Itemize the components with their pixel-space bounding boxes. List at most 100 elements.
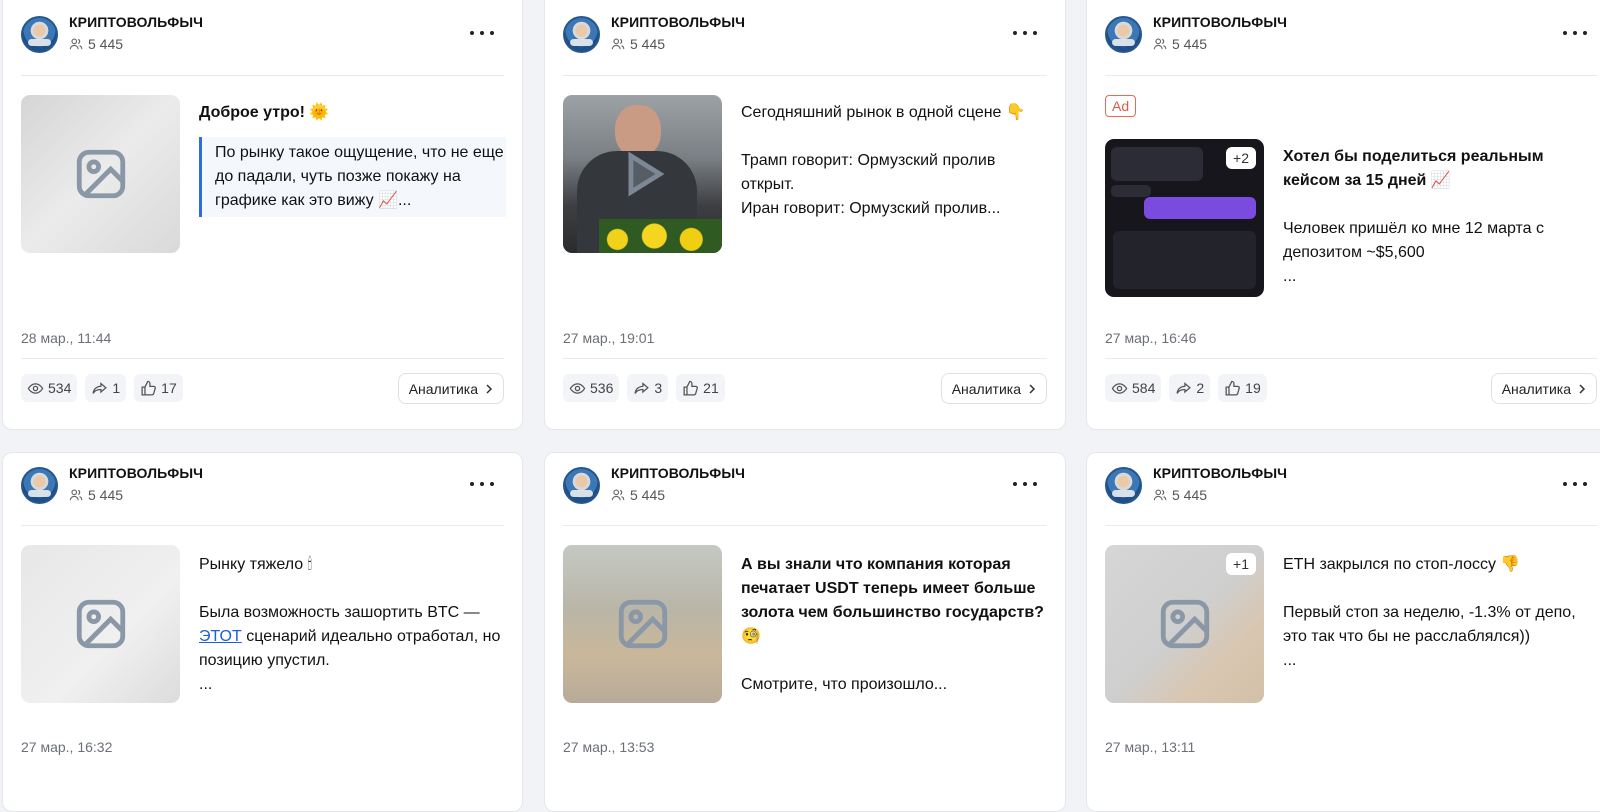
post-body: Сегодняшний рынок в одной сцене 👇 Трамп …	[741, 101, 1049, 221]
post-link[interactable]: ЭТОТ	[199, 628, 242, 645]
thumbs-up-icon	[683, 380, 699, 396]
play-icon	[628, 151, 664, 197]
post-thumbnail[interactable]	[21, 545, 180, 703]
divider	[563, 358, 1047, 359]
channel-avatar[interactable]	[21, 467, 58, 504]
eye-icon	[569, 382, 586, 394]
post-date: 27 мар., 16:46	[1105, 330, 1197, 346]
post-text: Трамп говорит: Ормузский пролив открыт.	[741, 152, 996, 193]
post-body: Хотел бы поделиться реальным кейсом за 1…	[1283, 145, 1599, 289]
more-images-badge: +1	[1226, 553, 1256, 575]
channel-name[interactable]: КРИПТОВОЛЬФЫЧ	[69, 465, 203, 481]
post-text-end: сценарий идеально отработал, но позицию …	[199, 628, 501, 669]
channel-name[interactable]: КРИПТОВОЛЬФЫЧ	[1153, 465, 1287, 481]
post-title: ETH закрылся по стоп-лоссу 👎	[1283, 556, 1521, 573]
divider	[21, 75, 504, 76]
post-date: 27 мар., 19:01	[563, 330, 655, 346]
post-text: Первый стоп за неделю, -1.3% от депо, эт…	[1283, 604, 1576, 645]
divider	[563, 75, 1047, 76]
more-options-icon[interactable]	[1563, 475, 1587, 493]
divider	[21, 358, 504, 359]
users-icon	[611, 489, 625, 501]
channel-name[interactable]: КРИПТОВОЛЬФЫЧ	[1153, 14, 1287, 30]
analytics-label: Аналитика	[951, 380, 1021, 397]
post-card[interactable]: КРИПТОВОЛЬФЫЧ 5 445 А вы знали что компа…	[544, 452, 1066, 812]
post-header: КРИПТОВОЛЬФЫЧ 5 445	[1105, 465, 1597, 509]
analytics-label: Аналитика	[408, 380, 478, 397]
post-card[interactable]: КРИПТОВОЛЬФЫЧ 5 445 Ad +2 Хотел бы подел…	[1086, 0, 1600, 430]
share-icon	[92, 381, 108, 394]
post-thumbnail[interactable]: +2	[1105, 139, 1264, 297]
post-title: Рынку тяжело 🕯	[199, 556, 313, 573]
post-ellipsis: ...	[1283, 652, 1297, 669]
post-text: Была возможность зашортить BTC — ЭТОТ сц…	[199, 601, 506, 673]
post-card[interactable]: КРИПТОВОЛЬФЫЧ 5 445 +1 ETH закрылся по с…	[1086, 452, 1600, 812]
channel-name[interactable]: КРИПТОВОЛЬФЫЧ	[611, 14, 745, 30]
subscriber-count-value: 5 445	[1172, 487, 1208, 503]
chevron-right-icon	[486, 383, 493, 394]
post-card[interactable]: КРИПТОВОЛЬФЫЧ 5 445 Рынку тяжело 🕯 Была …	[2, 452, 523, 812]
post-header: КРИПТОВОЛЬФЫЧ 5 445	[563, 465, 1047, 509]
chat-bubble	[1111, 185, 1151, 197]
image-placeholder-icon	[618, 599, 667, 649]
subscriber-count: 5 445	[611, 36, 665, 52]
post-card[interactable]: КРИПТОВОЛЬФЫЧ 5 445 Сегодняшний рынок в …	[544, 0, 1066, 430]
channel-avatar[interactable]	[1105, 16, 1142, 53]
likes-stat: 17	[134, 374, 183, 402]
subscriber-count-value: 5 445	[630, 36, 666, 52]
likes-count: 17	[161, 380, 177, 396]
post-card[interactable]: КРИПТОВОЛЬФЫЧ 5 445 Доброе утро! 🌞 По ры…	[2, 0, 523, 430]
chevron-right-icon	[1029, 383, 1036, 394]
chat-bubble-outgoing	[1144, 197, 1256, 219]
channel-avatar[interactable]	[1105, 467, 1142, 504]
subscriber-count-value: 5 445	[88, 487, 124, 503]
post-body: А вы знали что компания которая печатает…	[741, 553, 1049, 697]
views-count: 584	[1132, 380, 1156, 396]
share-icon	[634, 381, 650, 394]
post-stats: 536 3 21	[563, 374, 725, 402]
views-stat: 534	[21, 374, 78, 402]
analytics-button[interactable]: Аналитика	[940, 373, 1047, 404]
chevron-right-icon	[1579, 383, 1586, 394]
post-thumbnail[interactable]: +1	[1105, 545, 1264, 703]
analytics-label: Аналитика	[1501, 380, 1571, 397]
analytics-button[interactable]: Аналитика	[397, 373, 504, 404]
post-title: Хотел бы поделиться реальным кейсом за 1…	[1283, 148, 1544, 189]
channel-name[interactable]: КРИПТОВОЛЬФЫЧ	[611, 465, 745, 481]
more-options-icon[interactable]	[1563, 24, 1587, 42]
post-header: КРИПТОВОЛЬФЫЧ 5 445	[1105, 14, 1597, 58]
shares-count: 1	[112, 380, 121, 396]
post-stats: 534 1 17	[21, 374, 183, 402]
post-thumbnail[interactable]	[563, 545, 722, 703]
more-options-icon[interactable]	[470, 475, 494, 493]
likes-count: 19	[1245, 380, 1261, 396]
shares-stat: 1	[85, 374, 127, 402]
more-options-icon[interactable]	[1013, 24, 1037, 42]
channel-avatar[interactable]	[563, 467, 600, 504]
shares-stat: 3	[627, 374, 669, 402]
shares-stat: 2	[1169, 374, 1211, 402]
more-options-icon[interactable]	[470, 24, 494, 42]
channel-name[interactable]: КРИПТОВОЛЬФЫЧ	[69, 14, 203, 30]
post-header: КРИПТОВОЛЬФЫЧ 5 445	[563, 14, 1047, 58]
channel-avatar[interactable]	[563, 16, 600, 53]
subscriber-count: 5 445	[69, 487, 123, 503]
subscriber-count-value: 5 445	[88, 36, 124, 52]
views-count: 534	[48, 380, 72, 396]
post-body: ETH закрылся по стоп-лоссу 👎 Первый стоп…	[1283, 553, 1599, 673]
likes-stat: 21	[676, 374, 725, 402]
post-thumbnail[interactable]	[21, 95, 180, 253]
post-quote: По рынку такое ощущение, что не еще до п…	[199, 137, 506, 217]
post-date: 27 мар., 13:11	[1105, 739, 1196, 755]
post-body: Рынку тяжело 🕯 Была возможность зашортит…	[199, 553, 506, 697]
post-ellipsis: ...	[1283, 268, 1297, 285]
video-thumbnail[interactable]	[563, 95, 722, 253]
channel-avatar[interactable]	[21, 16, 58, 53]
wallet-panel	[1113, 231, 1256, 289]
subscriber-count: 5 445	[69, 36, 123, 52]
analytics-button[interactable]: Аналитика	[1490, 373, 1597, 404]
more-options-icon[interactable]	[1013, 475, 1037, 493]
subscriber-count-value: 5 445	[1172, 36, 1208, 52]
post-title: Сегодняшний рынок в одной сцене 👇	[741, 104, 1026, 121]
post-stats: 584 2 19	[1105, 374, 1267, 402]
